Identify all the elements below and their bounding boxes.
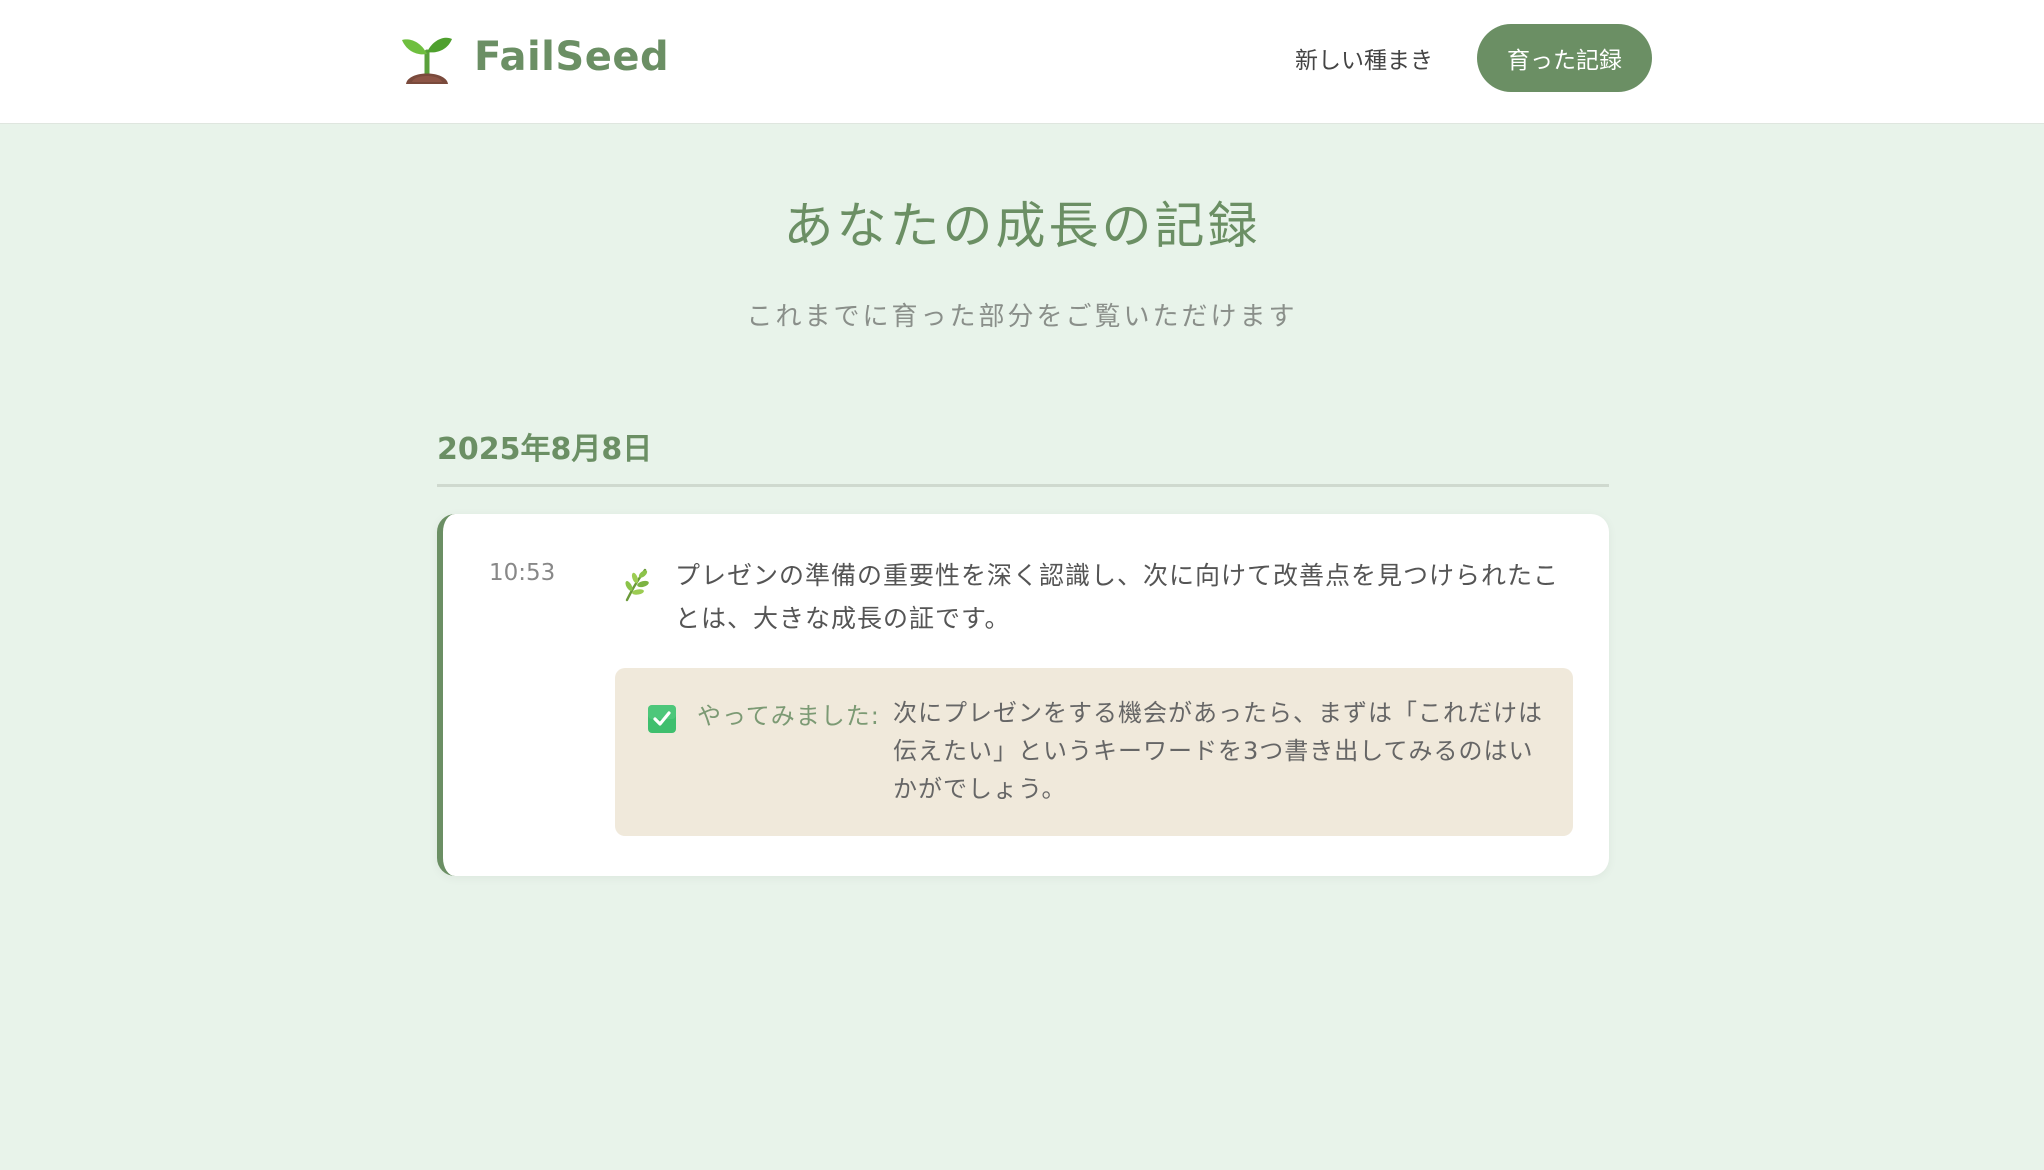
logo-text: FailSeed [474,34,670,80]
nav-new-seed-link[interactable]: 新しい種まき [1295,41,1433,75]
logo-link[interactable]: FailSeed [400,30,669,84]
site-header: FailSeed 新しい種まき 育った記録 [0,0,2044,124]
entry-time: 10:53 [489,560,556,586]
sprout-icon [625,568,649,602]
date-heading: 2025年8月8日 [437,432,653,467]
page-title: あなたの成長の記録 [783,197,1261,255]
check-box-icon [648,705,676,733]
main-nav: 新しい種まき 育った記録 [1295,24,1652,92]
page-subtitle: これまでに育った部分をご覧いただけます [746,302,1298,332]
seedling-icon [402,37,452,84]
entry-text: プレゼンの準備の重要性を深く認識し、次に向けて改善点を見つけられたことは、大きな… [675,561,1560,633]
action-box: やってみました: 次にプレゼンをする機会があったら、まずは「これだけは伝えたい」… [615,668,1573,836]
nav-records-button[interactable]: 育った記録 [1477,24,1652,92]
growth-entry-card: 10:53 プレゼンの準備の重要性を深く認識し、次に向けて改善点を見つけられたこ… [437,514,1609,876]
action-label: やってみました: [697,702,880,730]
action-text: 次にプレゼンをする機会があったら、まずは「これだけは伝えたい」というキーワードを… [893,699,1543,803]
date-divider [437,484,1609,487]
